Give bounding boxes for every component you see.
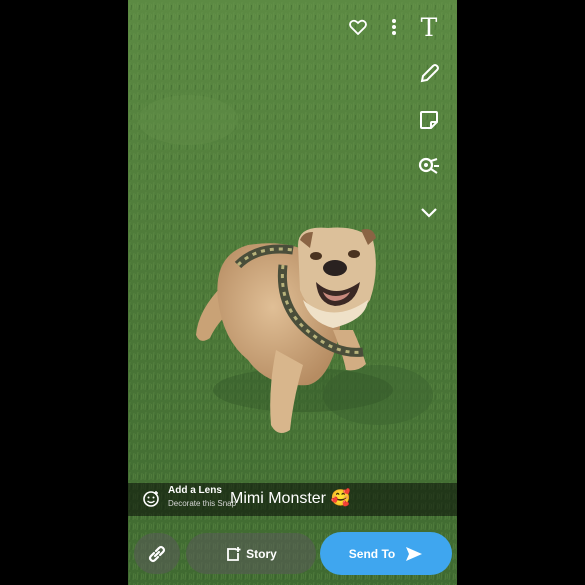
lens-title: Add a Lens — [168, 485, 222, 496]
text-icon: T — [420, 13, 438, 42]
scissors-icon — [418, 157, 439, 174]
snap-preview: T Add a Lens Decorate this Snap Mimi Mon… — [128, 0, 457, 585]
pencil-icon — [420, 64, 439, 83]
bottom-action-bar: Story Send To — [128, 520, 457, 585]
lens-face-icon — [143, 491, 159, 507]
snap-caption[interactable]: Mimi Monster 🥰 — [230, 486, 350, 512]
send-to-label: Send To — [348, 546, 396, 561]
lens-subtitle: Decorate this Snap — [168, 499, 237, 508]
heart-icon — [349, 19, 367, 35]
link-button[interactable] — [134, 533, 180, 574]
more-icon — [392, 19, 396, 35]
expand-tools-button[interactable] — [415, 200, 443, 224]
favorite-button[interactable] — [347, 17, 369, 37]
story-button[interactable]: Story — [186, 533, 316, 574]
link-icon — [148, 545, 166, 562]
sticker-icon — [420, 111, 438, 129]
scissors-tool-button[interactable] — [415, 151, 443, 179]
text-tool-button[interactable]: T — [415, 14, 443, 42]
send-to-button[interactable]: Send To — [320, 532, 452, 575]
send-arrow-icon — [406, 546, 423, 561]
caption-emoji: 🥰 — [330, 490, 351, 507]
chevron-down-icon — [421, 208, 437, 218]
draw-tool-button[interactable] — [415, 60, 443, 88]
story-add-icon — [227, 546, 241, 561]
caption-text: Mimi Monster — [230, 490, 327, 507]
sticker-tool-button[interactable] — [415, 106, 443, 134]
more-options-button[interactable] — [386, 15, 402, 39]
story-label: Story — [246, 546, 277, 561]
